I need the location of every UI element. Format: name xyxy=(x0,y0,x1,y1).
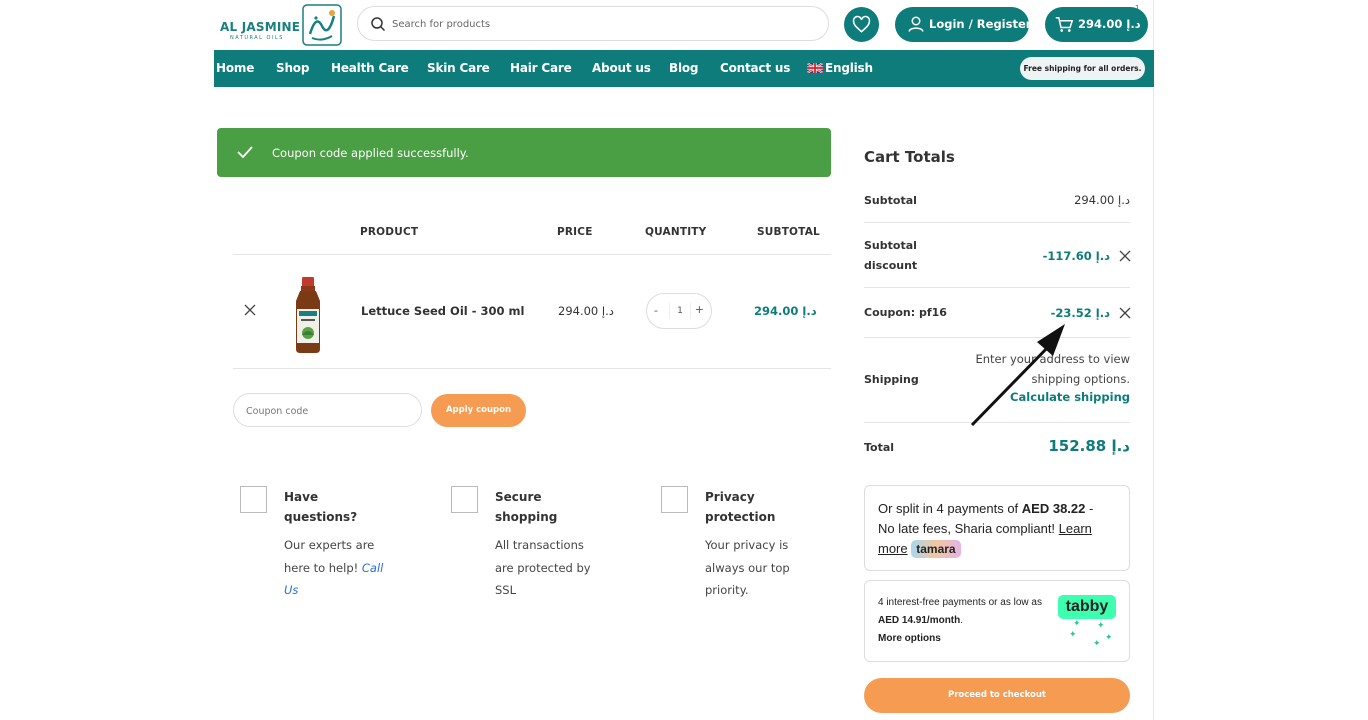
logo-text: AL JASMINE xyxy=(220,20,301,34)
wishlist-button[interactable] xyxy=(844,7,879,42)
coupon-field xyxy=(233,393,422,427)
product-subtotal: 294.00 د.إ xyxy=(754,304,817,318)
free-shipping-badge: Free shipping for all orders. xyxy=(1020,57,1145,80)
total-label: Total xyxy=(864,441,895,454)
nav-shop[interactable]: Shop xyxy=(276,61,309,75)
notice-message: Coupon code applied successfully. xyxy=(272,146,469,160)
search-bar xyxy=(357,6,829,41)
login-label: Login / Register xyxy=(929,17,1032,31)
product-image[interactable] xyxy=(287,275,329,355)
shipping-label: Shipping xyxy=(864,373,919,386)
success-notice: Coupon code applied successfully. xyxy=(217,128,831,177)
qty-decrease-button[interactable]: - xyxy=(654,304,658,317)
tamara-text: Or split in 4 payments of AED 38.22 - No… xyxy=(878,501,1094,558)
nav-health-care[interactable]: Health Care xyxy=(331,61,409,75)
nav-skin-care[interactable]: Skin Care xyxy=(427,61,490,75)
discount-value: -117.60 د.إ xyxy=(1042,249,1110,263)
cart-totals-title: Cart Totals xyxy=(864,148,955,166)
tabby-widget: 4 interest-free payments or as low as AE… xyxy=(864,580,1130,662)
tamara-widget: Or split in 4 payments of AED 38.22 - No… xyxy=(864,485,1130,571)
tabby-logo: tabby xyxy=(1058,595,1116,619)
logo-subtext: NATURAL OILS xyxy=(230,35,284,41)
discount-label: Subtotal discount xyxy=(864,239,918,272)
remove-discount-icon[interactable] xyxy=(1119,250,1131,262)
nav-contact-us[interactable]: Contact us xyxy=(720,61,790,75)
product-name[interactable]: Lettuce Seed Oil - 300 ml xyxy=(361,304,524,318)
quantity-input[interactable] xyxy=(669,303,691,319)
quantity-stepper: - + xyxy=(646,293,712,329)
tamara-logo: tamara xyxy=(911,540,961,558)
sparkle-icon: ✦ xyxy=(1093,639,1101,649)
feature-icon-placeholder xyxy=(240,486,267,513)
divider xyxy=(864,222,1130,223)
total-value: 152.88 د.إ xyxy=(1048,437,1130,455)
cart-total: 294.00 د.إ xyxy=(1078,17,1141,31)
annotation-arrow-icon xyxy=(970,324,1065,427)
nav-blog[interactable]: Blog xyxy=(669,61,698,75)
sparkle-icon: ✦ xyxy=(1069,630,1077,640)
tabby-text: 4 interest-free payments or as low as AE… xyxy=(878,597,1042,644)
feature-desc: All transactions are protected by SSL xyxy=(495,538,591,597)
cart-icon xyxy=(1055,17,1073,32)
tabby-more-options-link[interactable]: More options xyxy=(878,633,941,644)
coupon-input[interactable] xyxy=(246,403,406,419)
nav-hair-care[interactable]: Hair Care xyxy=(510,61,572,75)
feature-title: Secure shopping xyxy=(495,490,558,524)
page: AL JASMINE NATURAL OILS Login / Register xyxy=(214,0,1154,720)
qty-increase-button[interactable]: + xyxy=(695,303,704,316)
site-logo[interactable]: AL JASMINE NATURAL OILS xyxy=(220,4,342,46)
nav-home[interactable]: Home xyxy=(216,61,254,75)
col-subtotal: SUBTOTAL xyxy=(757,226,820,238)
sparkle-icon: ✦ xyxy=(1097,621,1105,631)
main-nav: Home Shop Health Care Skin Care Hair Car… xyxy=(214,50,1154,87)
search-input[interactable] xyxy=(392,15,812,33)
remove-coupon-icon[interactable] xyxy=(1119,307,1131,319)
feature-title: Have questions? xyxy=(284,490,358,524)
logo-emblem-icon xyxy=(302,4,342,46)
nav-about-us[interactable]: About us xyxy=(592,61,651,75)
login-register-button[interactable]: Login / Register xyxy=(895,7,1032,42)
feature-desc: Your privacy is always our top priority. xyxy=(705,538,790,597)
col-price: PRICE xyxy=(557,226,593,238)
remove-item-icon[interactable] xyxy=(242,302,258,318)
subtotal-value: 294.00 د.إ xyxy=(1074,193,1130,207)
coupon-label: Coupon: pf16 xyxy=(864,306,947,319)
sparkle-icon: ✦ xyxy=(1105,633,1113,643)
feature-icon-placeholder xyxy=(451,486,478,513)
heart-icon xyxy=(852,15,871,33)
col-quantity: QUANTITY xyxy=(645,226,707,238)
divider xyxy=(233,368,831,369)
proceed-to-checkout-button[interactable]: Proceed to checkout xyxy=(864,678,1130,713)
divider xyxy=(233,254,831,255)
language-label: English xyxy=(825,61,873,75)
col-product: PRODUCT xyxy=(360,226,419,238)
feature-icon-placeholder xyxy=(661,486,688,513)
feature-desc: Our experts are here to help! Call Us xyxy=(284,538,384,597)
user-icon xyxy=(908,16,924,32)
checkmark-icon xyxy=(237,146,253,158)
divider xyxy=(864,287,1130,288)
feature-title: Privacy protection xyxy=(705,490,776,524)
sparkle-icon: ✦ xyxy=(1073,619,1081,629)
cart-count-badge: 1 xyxy=(1135,4,1140,12)
uk-flag-icon xyxy=(807,63,823,73)
subtotal-label: Subtotal xyxy=(864,194,917,207)
apply-coupon-button[interactable]: Apply coupon xyxy=(431,394,526,427)
nav-language[interactable]: English xyxy=(807,61,873,75)
product-price: 294.00 د.إ xyxy=(558,304,614,318)
cart-button[interactable]: 294.00 د.إ xyxy=(1045,7,1148,42)
search-icon[interactable] xyxy=(370,16,386,32)
